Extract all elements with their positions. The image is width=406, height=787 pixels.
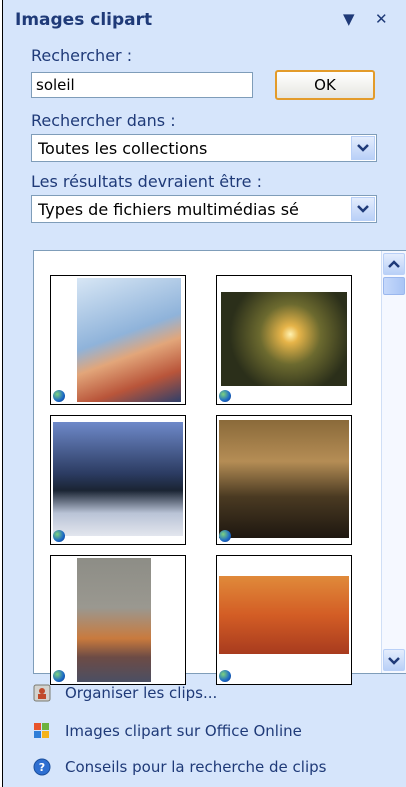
search-tips-label: Conseils pour la recherche de clips [65, 758, 327, 776]
results-type-value: Types de fichiers multimédias sé [38, 200, 299, 219]
pane-title: Images clipart [15, 10, 153, 30]
clip-image [53, 422, 183, 536]
globe-icon [219, 530, 231, 542]
scroll-up-button[interactable] [383, 253, 405, 275]
clip-image [77, 278, 181, 402]
chevron-down-icon[interactable] [351, 136, 375, 160]
results-scrollbar[interactable] [381, 251, 406, 673]
chevron-down-icon[interactable] [351, 197, 375, 221]
pane-menu-icon[interactable]: ▼ [343, 10, 355, 28]
search-in-label: Rechercher dans : [31, 111, 176, 130]
clip-image [221, 292, 347, 386]
clip-thumbnail-evening-sky[interactable] [50, 555, 186, 685]
search-input[interactable]: soleil [31, 72, 253, 98]
results-type-select[interactable]: Types de fichiers multimédias sé [31, 195, 377, 223]
clip-thumbnail-martial-arts-sunset[interactable] [216, 555, 352, 685]
help-icon: ? [33, 758, 51, 776]
globe-icon [53, 670, 65, 682]
clip-image [77, 558, 151, 682]
clipart-task-pane: Images clipart ▼ ✕ Rechercher : soleil O… [2, 0, 406, 787]
office-online-icon [33, 722, 51, 740]
search-label: Rechercher : [31, 46, 133, 65]
clip-thumbnail-woman-sunglasses[interactable] [50, 275, 186, 405]
pane-titlebar: Images clipart ▼ ✕ [3, 4, 406, 34]
search-in-value: Toutes les collections [38, 139, 208, 158]
office-online-label: Images clipart sur Office Online [65, 722, 302, 740]
globe-icon [53, 390, 65, 402]
clip-image [219, 576, 349, 654]
globe-icon [53, 530, 65, 542]
ok-button[interactable]: OK [275, 70, 375, 100]
svg-text:?: ? [39, 761, 45, 774]
results-gallery [33, 250, 406, 685]
globe-icon [219, 670, 231, 682]
scroll-down-button[interactable] [383, 649, 405, 671]
clip-thumbnail-sun-in-sky[interactable] [216, 275, 352, 405]
scroll-thumb[interactable] [383, 277, 405, 295]
results-type-label: Les résultats devraient être : [31, 172, 262, 191]
clip-thumbnail-forest-sunset[interactable] [216, 415, 352, 545]
globe-icon [219, 390, 231, 402]
close-icon[interactable]: ✕ [375, 10, 388, 28]
search-in-select[interactable]: Toutes les collections [31, 134, 377, 162]
organize-clips-icon [33, 684, 51, 702]
clip-image [219, 420, 349, 538]
organize-clips-label: Organiser les clips... [65, 684, 218, 702]
clip-thumbnail-winter-trees[interactable] [50, 415, 186, 545]
